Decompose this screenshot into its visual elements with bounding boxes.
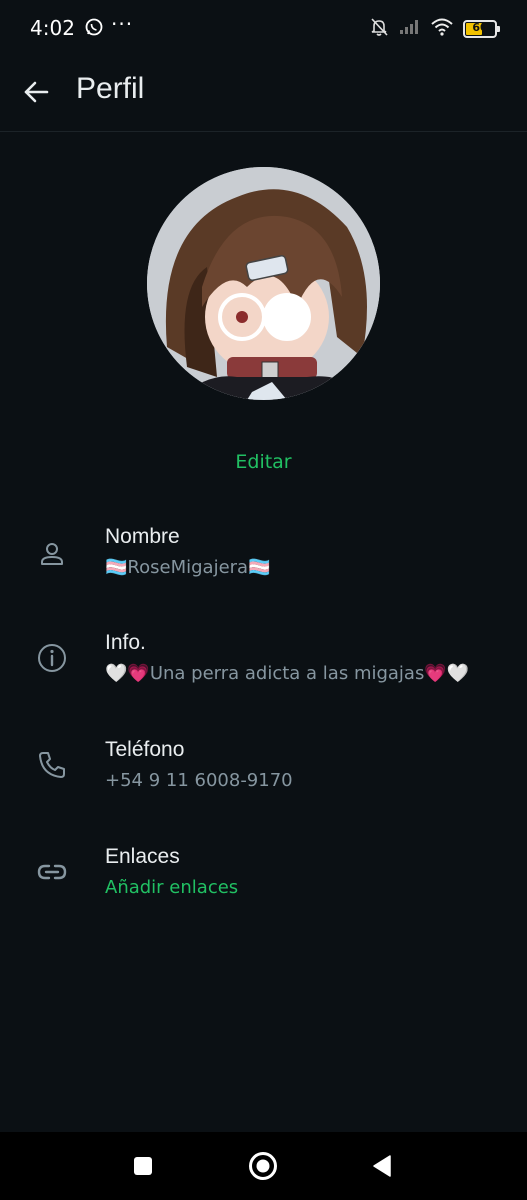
recents-button[interactable] — [127, 1150, 159, 1182]
phone-value: +54 9 11 6008-9170 — [105, 770, 293, 791]
person-icon — [34, 536, 70, 572]
status-time: 4:02 — [30, 16, 75, 40]
profile-avatar[interactable] — [147, 167, 380, 400]
phone-label: Teléfono — [105, 738, 185, 761]
links-row[interactable]: Enlaces Añadir enlaces — [0, 840, 527, 930]
link-icon — [34, 854, 70, 890]
bell-off-icon — [369, 17, 389, 41]
phone-row[interactable]: Teléfono +54 9 11 6008-9170 — [0, 733, 527, 823]
phone-icon — [34, 747, 70, 783]
info-icon — [34, 640, 70, 676]
signal-icon — [399, 19, 421, 39]
more-notifications-icon: ··· — [111, 12, 134, 36]
edit-photo-link[interactable]: Editar — [0, 451, 527, 473]
arrow-left-icon — [24, 81, 49, 103]
battery-icon: 60 — [463, 20, 500, 38]
battery-percent: 60 — [472, 21, 488, 34]
home-button[interactable] — [247, 1150, 279, 1182]
name-value: 🏳️‍⚧️RoseMigajera🏳️‍⚧️ — [105, 557, 271, 578]
wifi-icon — [431, 18, 453, 40]
recents-square-icon — [134, 1157, 152, 1175]
status-icons: 60 — [369, 17, 500, 41]
system-nav-bar — [0, 1132, 527, 1200]
info-value: 🤍💗Una perra adicta a las migajas💗🤍 — [105, 663, 470, 684]
avatar-illustration — [147, 167, 380, 400]
status-bar: 4:02 ··· 60 — [0, 0, 527, 58]
back-nav-button[interactable] — [366, 1150, 398, 1182]
home-circle-icon — [249, 1152, 277, 1180]
name-label: Nombre — [105, 525, 180, 548]
info-row[interactable]: Info. 🤍💗Una perra adicta a las migajas💗🤍 — [0, 626, 527, 716]
back-button[interactable] — [18, 74, 54, 110]
app-bar: Perfil — [0, 58, 527, 132]
add-links-link[interactable]: Añadir enlaces — [105, 877, 238, 898]
page-title: Perfil — [76, 72, 145, 105]
back-triangle-icon — [373, 1155, 391, 1177]
name-row[interactable]: Nombre 🏳️‍⚧️RoseMigajera🏳️‍⚧️ — [0, 520, 527, 610]
whatsapp-icon — [85, 18, 103, 36]
info-label: Info. — [105, 631, 146, 654]
links-label: Enlaces — [105, 845, 180, 868]
